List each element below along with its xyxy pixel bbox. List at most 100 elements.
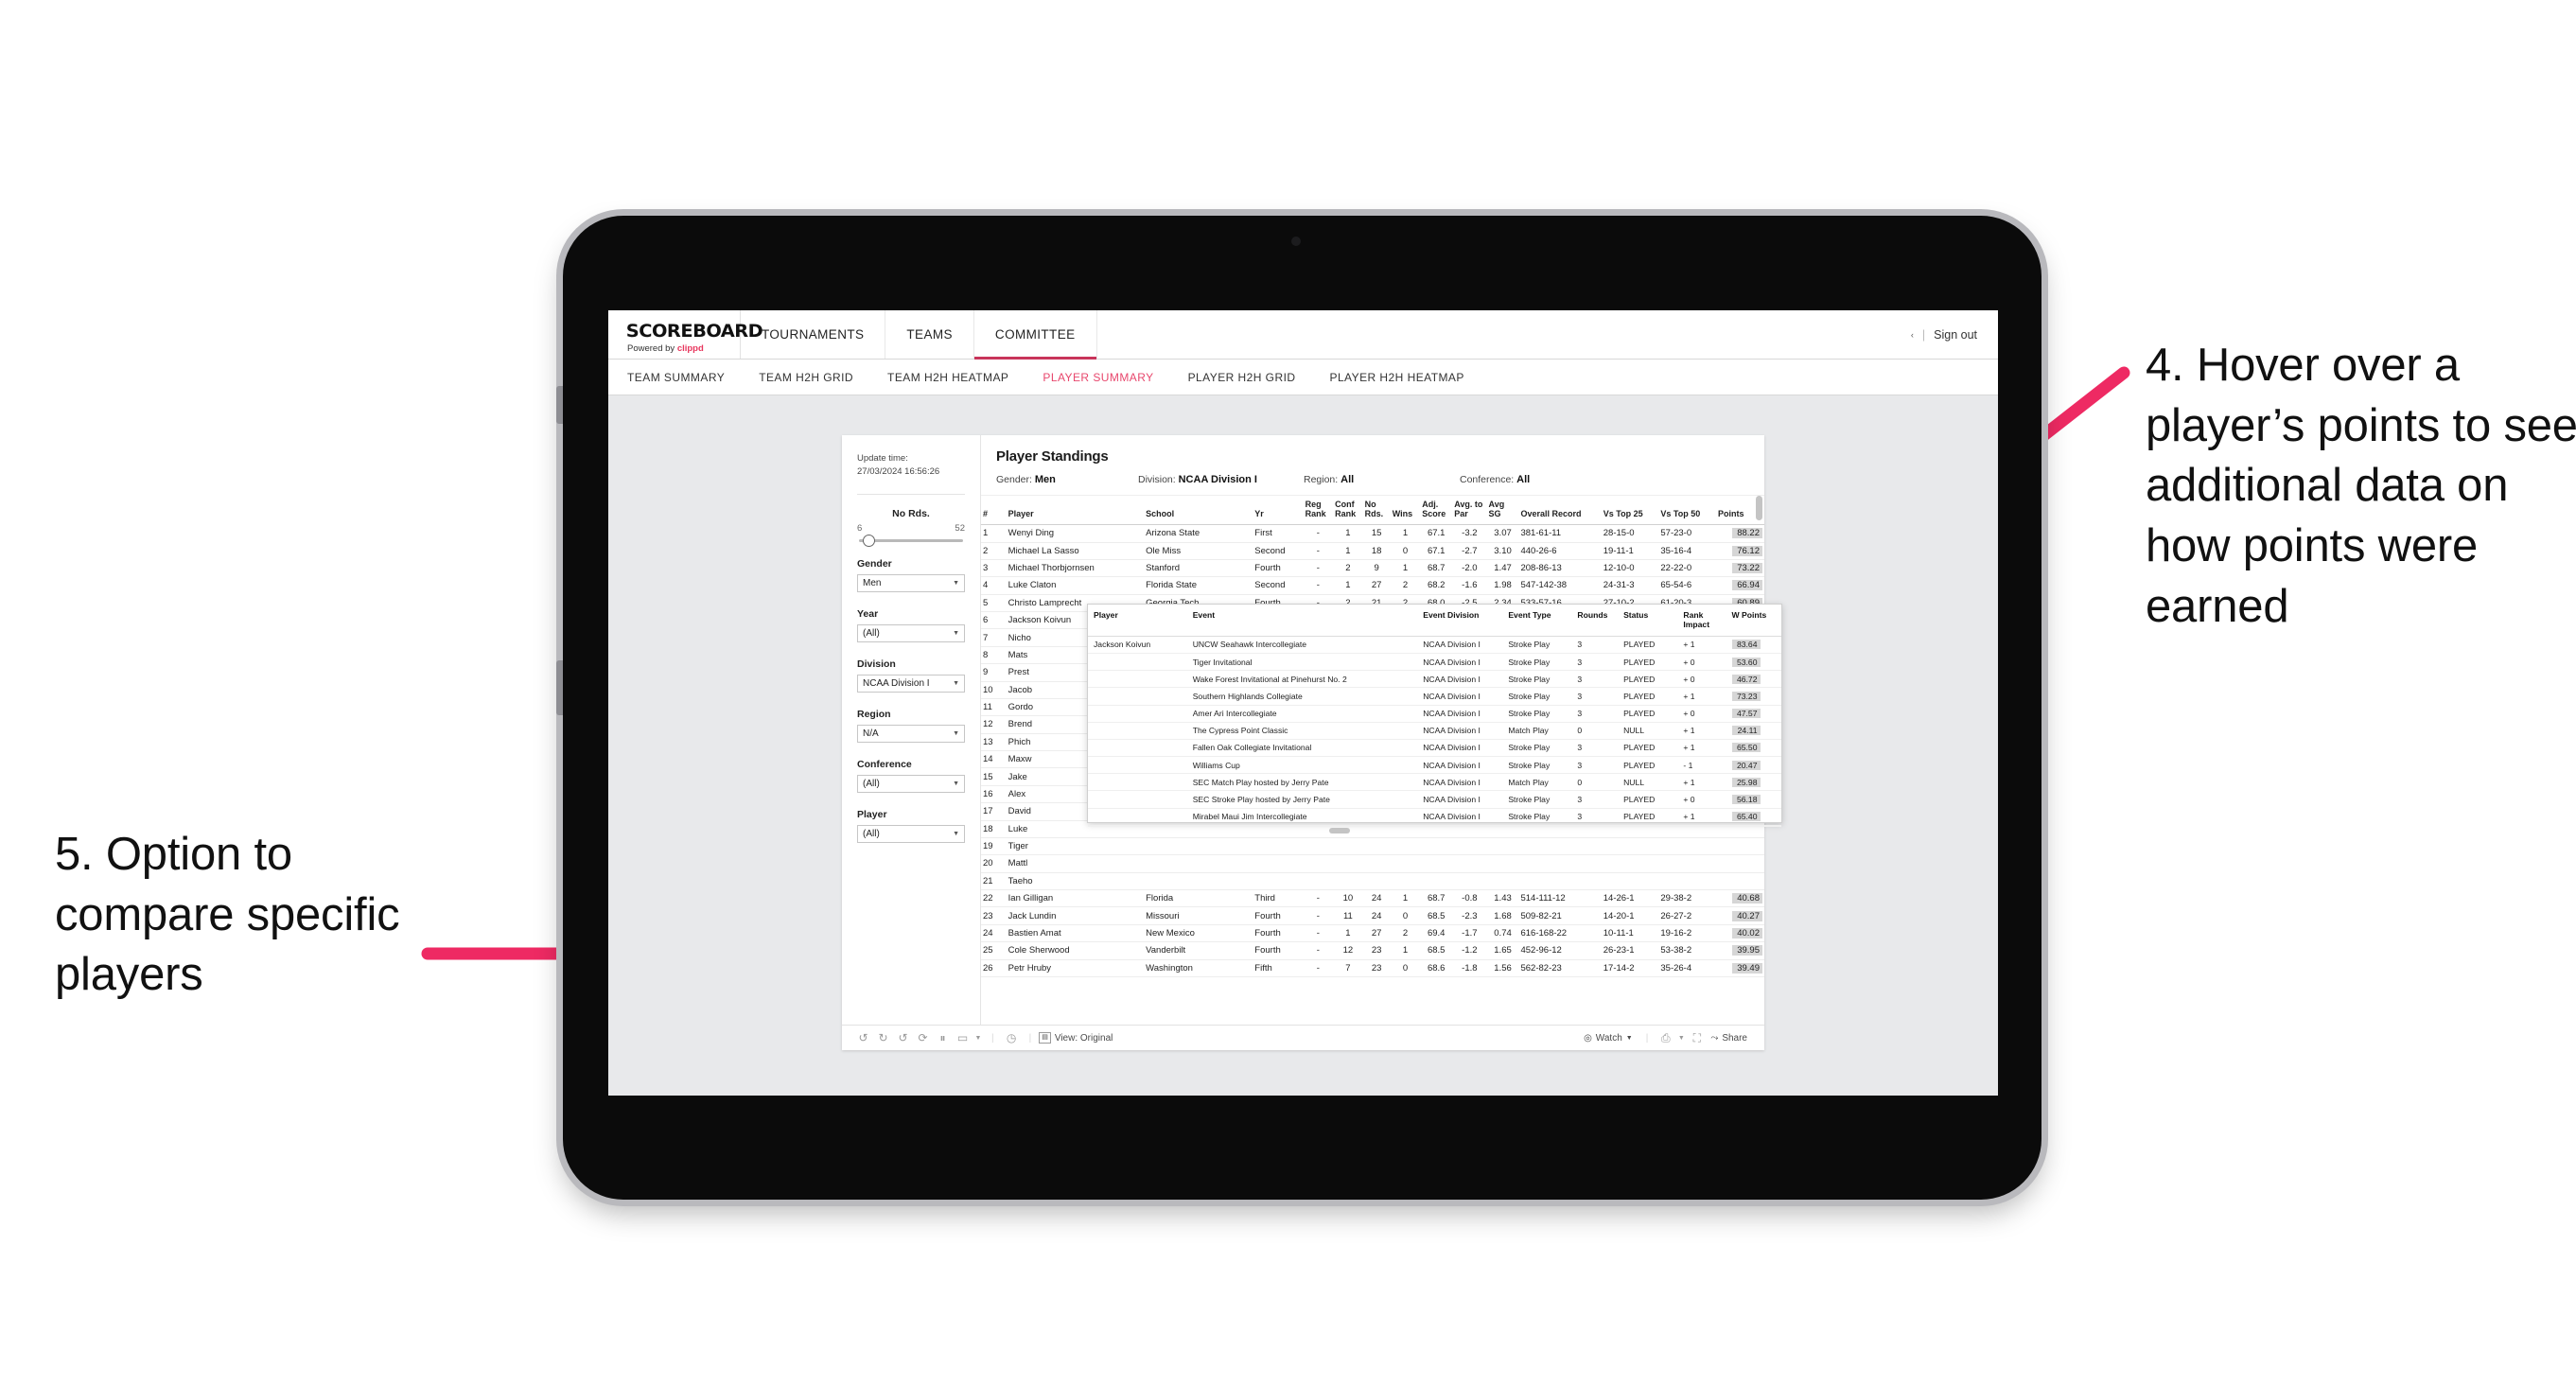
download-icon[interactable]: ⎙ [1656,1031,1675,1045]
filter-region-select[interactable]: N/A ▼ [857,724,965,743]
chevron-down-icon[interactable]: ▼ [1675,1035,1687,1042]
redo-icon[interactable]: ↻ [873,1031,893,1044]
table-row[interactable]: 21 Taeho [981,872,1764,891]
table-row[interactable]: 19 Tiger [981,837,1764,856]
tt-col-event-division: Event Division [1417,605,1503,637]
table-row[interactable]: 3 Michael Thorbjornsen Stanford Fourth -2 9 1 6… [981,559,1764,578]
table-row[interactable]: 20 Mattl [981,854,1764,873]
share-button[interactable]: ⤳ Share [1710,1033,1747,1044]
table-row[interactable]: 2 Michael La Sasso Ole Miss Second -1 18 0 67.1… [981,542,1764,560]
filter-no-rds[interactable]: No Rds. 6 52 [857,508,965,547]
tt-player-cell [1088,705,1187,723]
table-row[interactable]: 22 Ian Gilligan Florida Third -10 24 1 68.7 -0.8… [981,889,1764,908]
col-conf-rank[interactable]: Conf Rank [1333,496,1363,526]
filter-division-select[interactable]: NCAA Division I ▼ [857,674,965,693]
filter-player-label: Player [857,808,887,820]
avg-sg-cell [1486,854,1519,873]
overall-record-cell: 440-26-6 [1518,542,1602,560]
tt-rank-impact-cell: + 1 [1677,636,1726,654]
tooltip-hscroll-thumb[interactable] [1329,827,1350,833]
device-layout-icon[interactable]: ▭ [953,1031,973,1044]
nav-item-teams[interactable]: TEAMS [885,310,974,359]
undo-icon[interactable]: ↺ [853,1031,873,1044]
toolbar-divider: | [1028,1032,1032,1044]
table-row[interactable]: 1 Wenyi Ding Arizona State First -1 15 1 67.1 -3… [981,524,1764,543]
adj-score-cell: 67.1 [1420,524,1453,543]
col-adj-score[interactable]: Adj. Score [1420,496,1453,526]
col-school[interactable]: School [1144,496,1253,526]
slider-track[interactable] [859,534,963,547]
standings-header: Player Standings Gender: Men Division: N… [981,435,1764,496]
col-player[interactable]: Player [1006,496,1145,526]
tt-status-cell: PLAYED [1618,705,1678,723]
subnav-item-team-h2h-heatmap[interactable]: TEAM H2H HEATMAP [887,371,1029,384]
sign-out-link[interactable]: Sign out [1934,328,1977,342]
viz-toolbar: ↺ ↻ ↺ ⟳ ⏸ ▭ ▼ | ◷ | ▤ View: Original ◎ W… [842,1025,1764,1050]
filter-conference-select[interactable]: (All) ▼ [857,774,965,793]
app-logo[interactable]: SCOREBOARD Powered by clippd [608,310,763,359]
tooltip-hscrollbar[interactable] [1088,825,1781,833]
tt-type-cell: Stroke Play [1502,808,1572,826]
subnav-item-player-h2h-heatmap[interactable]: PLAYER H2H HEATMAP [1329,371,1484,384]
col-wins[interactable]: Wins [1390,496,1421,526]
rank-cell: 22 [981,889,1007,908]
watch-button[interactable]: ◎ Watch ▼ [1584,1033,1633,1044]
subnav-item-team-h2h-grid[interactable]: TEAM H2H GRID [759,371,874,384]
logo-tagline: Powered by clippd [627,343,740,354]
filter-gender-label: Gender [857,557,892,570]
slider-handle[interactable] [863,534,875,547]
tt-col-event-type: Event Type [1502,605,1572,637]
col-yr[interactable]: Yr [1253,496,1304,526]
fullscreen-icon[interactable]: ⛶ [1687,1031,1707,1045]
wins-cell: 2 [1390,924,1421,943]
yr-cell: Fourth [1253,559,1304,578]
table-row[interactable]: 26 Petr Hruby Washington Fifth -7 23 0 68.6 -1.8… [981,959,1764,977]
col-vs-top-50[interactable]: Vs Top 50 [1658,496,1716,526]
pause-updates-icon[interactable]: ⏸ [933,1031,953,1045]
no-rds-slider[interactable]: 6 52 [857,523,965,547]
col-no-rds[interactable]: No Rds. [1362,496,1391,526]
view-original-button[interactable]: ▤ View: Original [1039,1032,1113,1044]
tt-status-cell: PLAYED [1618,808,1678,826]
overall-record-cell [1518,872,1602,891]
nav-item-tournaments[interactable]: TOURNAMENTS [741,310,886,359]
revert-icon[interactable]: ↺ [893,1031,913,1044]
nav-item-committee[interactable]: COMMITTEE [973,310,1097,360]
col-rank[interactable]: # [981,496,1007,526]
chevron-left-icon[interactable]: ‹ [1911,330,1914,340]
table-row[interactable]: 23 Jack Lundin Missouri Fourth -11 24 0 68.5 -2.… [981,906,1764,925]
rank-cell: 5 [981,594,1007,613]
reg-rank-cell: - [1303,576,1334,595]
tt-w-points-value: 46.72 [1731,674,1761,684]
tt-w-points-cell: 83.64 [1726,636,1781,654]
col-avg-sg[interactable]: Avg SG [1486,496,1519,526]
rank-cell: 14 [981,750,1007,769]
tablet-device: SCOREBOARD Powered by clippd TOURNAMENTS… [556,216,2042,1200]
vs-top-25-cell: 17-14-2 [1601,959,1659,977]
subnav-item-team-summary[interactable]: TEAM SUMMARY [627,371,745,384]
subnav-item-player-summary[interactable]: PLAYER SUMMARY [1043,371,1174,384]
filter-year-select[interactable]: (All) ▼ [857,623,965,642]
chevron-down-icon[interactable]: ▼ [973,1035,984,1042]
tt-type-cell: Stroke Play [1502,636,1572,654]
tt-rank-impact-cell: + 0 [1677,653,1726,672]
subnav-item-player-h2h-grid[interactable]: PLAYER H2H GRID [1188,371,1317,384]
tt-w-points-value: 56.18 [1731,795,1761,805]
table-row[interactable]: 25 Cole Sherwood Vanderbilt Fourth -12 23 1 68.… [981,941,1764,960]
avg-sg-cell: 1.43 [1486,889,1519,908]
filter-player-select[interactable]: (All) ▼ [857,824,965,843]
col-overall-record[interactable]: Overall Record [1518,496,1602,526]
refresh-icon[interactable]: ⟳ [913,1031,933,1044]
table-row[interactable]: 4 Luke Claton Florida State Second -1 27 2 68.2… [981,576,1764,595]
wins-cell: 1 [1390,889,1421,908]
tt-status-cell: PLAYED [1618,636,1678,654]
clock-icon[interactable]: ◷ [1002,1031,1022,1044]
col-vs-top-25[interactable]: Vs Top 25 [1601,496,1659,526]
scrollbar-thumb[interactable] [1756,496,1762,520]
col-reg-rank[interactable]: Reg Rank [1303,496,1334,526]
col-avg-to-par[interactable]: Avg. to Par [1452,496,1487,526]
table-row[interactable]: 24 Bastien Amat New Mexico Fourth -1 27 2 69.4-… [981,924,1764,943]
filter-gender-select[interactable]: Men ▼ [857,573,965,592]
school-cell: Arizona State [1144,524,1253,543]
tt-rank-impact-cell: + 0 [1677,790,1726,809]
